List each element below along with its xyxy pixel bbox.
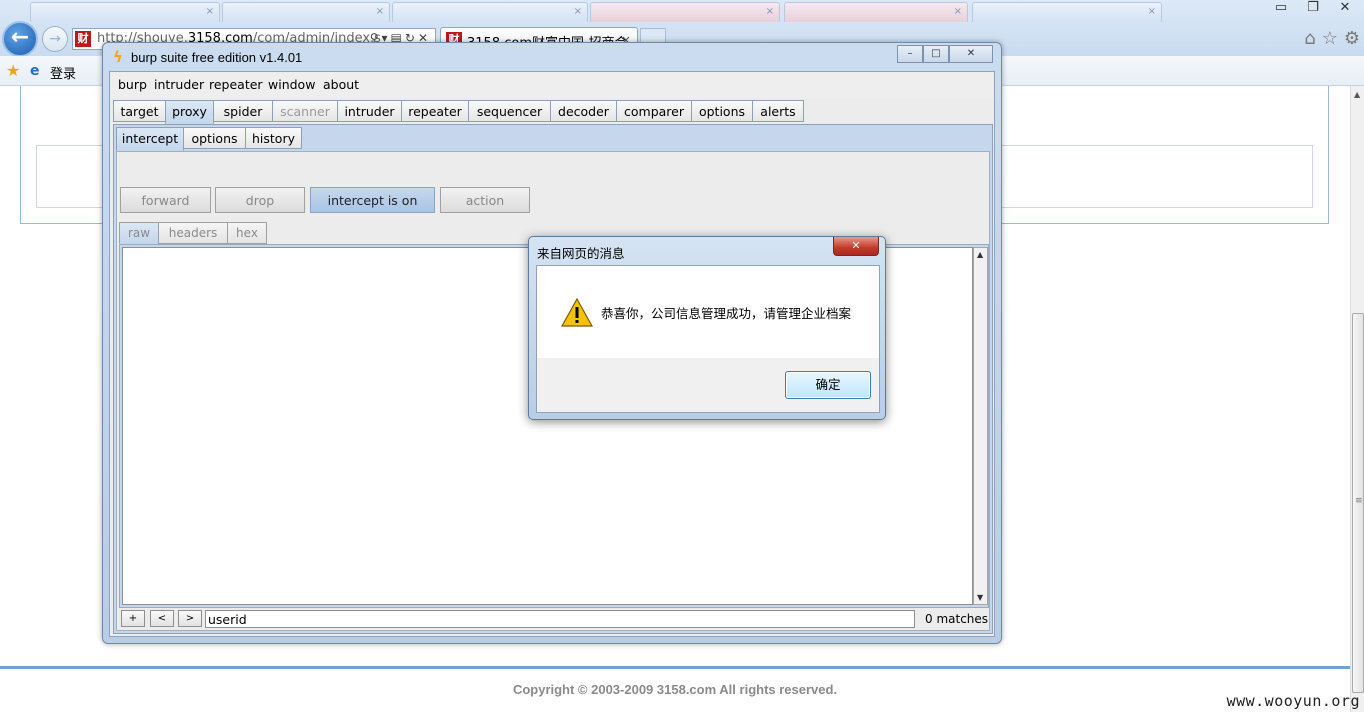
ok-button[interactable]: 确定 <box>785 371 871 399</box>
search-next-button[interactable]: > <box>178 610 202 627</box>
browser-icons: ⌂ ☆ ⚙ <box>1304 28 1360 49</box>
close-icon: ✕ <box>966 48 976 59</box>
warning-icon <box>561 298 593 327</box>
scroll-up-icon[interactable]: ▲ <box>1354 90 1360 99</box>
tab-proxy[interactable]: proxy <box>165 100 214 124</box>
search-add-button[interactable]: + <box>121 610 145 627</box>
search-matches: 0 matches <box>925 612 989 626</box>
scroll-thumb[interactable]: ≡ <box>1352 313 1364 693</box>
menu-window[interactable]: window <box>268 77 315 92</box>
tab-headers[interactable]: headers <box>158 222 228 244</box>
forward-arrow-icon: → <box>49 31 61 47</box>
back-button[interactable]: ← <box>2 21 38 57</box>
favorites-icon[interactable]: ★ <box>6 61 20 80</box>
close-icon: ✕ <box>851 239 861 252</box>
tab-history[interactable]: history <box>245 127 302 149</box>
tab-comparer[interactable]: comparer <box>616 100 692 122</box>
dialog-message: 恭喜你，公司信息管理成功，请管理企业档案 <box>601 306 852 321</box>
forward-button[interactable]: forward <box>120 187 211 213</box>
burp-logo-icon: ϟ <box>113 48 123 66</box>
tab-target[interactable]: target <box>113 100 166 122</box>
gear-icon[interactable]: ⚙ <box>1344 28 1360 49</box>
scroll-down-icon[interactable]: ▼ <box>977 593 983 602</box>
page-scrollbar[interactable]: ▲ ≡ <box>1350 86 1364 712</box>
footer-divider <box>0 666 1350 669</box>
menu-intruder[interactable]: intruder <box>154 77 204 92</box>
background-tab[interactable]: × <box>972 2 1162 22</box>
dialog-close-button[interactable]: ✕ <box>833 237 879 256</box>
maximize-icon: □ <box>931 48 941 59</box>
minimize-button[interactable]: ▭ <box>1270 0 1292 17</box>
burp-title: burp suite free edition v1.4.01 <box>131 50 303 65</box>
menu-repeater[interactable]: repeater <box>209 77 263 92</box>
search-input[interactable]: userid <box>205 610 915 628</box>
dialog-message-area: 恭喜你，公司信息管理成功，请管理企业档案 <box>537 266 879 358</box>
tab-raw[interactable]: raw <box>119 222 159 244</box>
tab-decoder[interactable]: decoder <box>550 100 617 122</box>
search-prev-button[interactable]: < <box>150 610 174 627</box>
tab-intercept[interactable]: intercept <box>116 127 184 151</box>
close-icon[interactable]: × <box>206 6 214 17</box>
copyright-text: Copyright © 2003-2009 3158.com All right… <box>512 682 838 697</box>
site-favicon-icon: 财 <box>75 31 91 47</box>
favorites-star-icon[interactable]: ☆ <box>1322 28 1338 49</box>
background-tab[interactable]: × <box>590 2 780 22</box>
close-icon[interactable]: × <box>766 6 774 17</box>
tab-spider[interactable]: spider <box>213 100 273 122</box>
tab-repeater[interactable]: repeater <box>401 100 469 122</box>
burp-close-button[interactable]: ✕ <box>949 45 993 63</box>
dialog-body: 恭喜你，公司信息管理成功，请管理企业档案 确定 <box>536 265 880 413</box>
close-window-button[interactable]: ✕ <box>1334 0 1356 17</box>
burp-window-controls: – □ ✕ <box>897 45 993 63</box>
close-icon[interactable]: × <box>954 6 962 17</box>
window-controls: ▭ ❐ ✕ <box>1270 0 1356 17</box>
close-icon: ✕ <box>1339 0 1351 15</box>
background-tab[interactable]: × <box>784 2 968 22</box>
intercept-toggle-button[interactable]: intercept is on <box>310 187 435 213</box>
close-icon[interactable]: × <box>1148 6 1156 17</box>
dialog-footer: 确定 <box>537 358 879 412</box>
tab-proxy-options[interactable]: options <box>183 127 246 149</box>
alert-dialog: 来自网页的消息 ✕ 恭喜你，公司信息管理成功，请管理企业档案 确定 <box>528 236 886 420</box>
close-icon[interactable]: × <box>574 6 582 17</box>
home-icon[interactable]: ⌂ <box>1304 28 1315 49</box>
burp-menubar: burp intruder repeater window about <box>110 72 994 98</box>
back-arrow-icon: ← <box>10 25 30 50</box>
tab-alerts[interactable]: alerts <box>752 100 804 122</box>
tab-hex[interactable]: hex <box>227 222 267 244</box>
grip-icon: ≡ <box>1355 496 1363 506</box>
browser-tabstrip: × × × × × × <box>0 0 1260 22</box>
burp-minimize-button[interactable]: – <box>897 45 923 63</box>
background-tab[interactable]: × <box>392 2 588 22</box>
favorites-login-link[interactable]: 登录 <box>50 63 76 82</box>
drop-button[interactable]: drop <box>215 187 305 213</box>
minimize-icon: – <box>907 48 913 59</box>
restore-button[interactable]: ❐ <box>1302 0 1324 17</box>
background-tab[interactable]: × <box>30 2 220 22</box>
burp-titlebar[interactable]: ϟ burp suite free edition v1.4.01 – □ ✕ <box>103 43 1001 71</box>
restore-icon: ❐ <box>1307 0 1319 15</box>
editor-scrollbar[interactable]: ▲ ▼ <box>973 247 988 605</box>
dialog-title: 来自网页的消息 <box>537 246 625 261</box>
action-button[interactable]: action <box>440 187 530 213</box>
search-row: + < > userid 0 matches <box>119 610 989 630</box>
burp-main-tabs: target proxy spider scanner intruder rep… <box>113 100 993 124</box>
ie-page-icon: e <box>30 63 40 79</box>
close-icon[interactable]: × <box>376 6 384 17</box>
tab-sequencer[interactable]: sequencer <box>468 100 551 122</box>
tab-options[interactable]: options <box>691 100 753 122</box>
menu-about[interactable]: about <box>323 77 359 92</box>
scroll-up-icon[interactable]: ▲ <box>977 250 983 259</box>
burp-maximize-button[interactable]: □ <box>923 45 949 63</box>
forward-nav-button[interactable]: → <box>42 26 68 52</box>
tab-scanner: scanner <box>272 100 338 122</box>
watermark-text: www.wooyun.org <box>1226 692 1360 710</box>
minimize-icon: ▭ <box>1274 0 1288 15</box>
menu-burp[interactable]: burp <box>118 77 147 92</box>
tab-intruder[interactable]: intruder <box>337 100 402 122</box>
background-tab[interactable]: × <box>222 2 390 22</box>
